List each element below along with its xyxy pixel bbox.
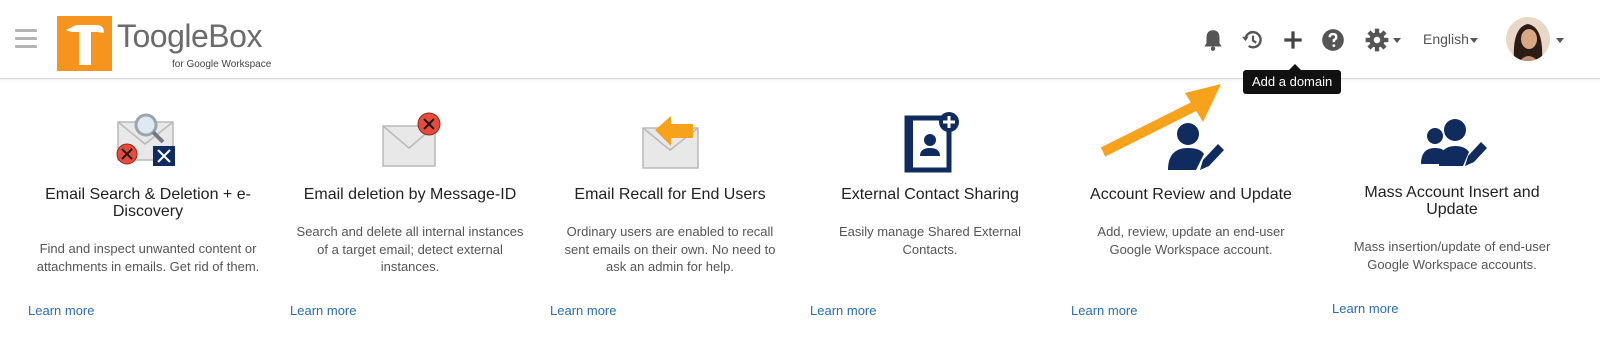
settings-chevron-down-icon[interactable] — [1393, 38, 1401, 43]
card-description: Find and inspect unwanted content or att… — [36, 241, 260, 274]
card-description: Search and delete all internal instances… — [296, 224, 524, 274]
help-icon[interactable] — [1320, 27, 1346, 53]
email-recall-icon — [642, 116, 699, 169]
card-title: Mass Account Insert and Update — [1364, 184, 1540, 218]
feature-card-email-recall: Email Recall for End Users Ordinary user… — [550, 108, 790, 276]
account-chevron-down-icon[interactable] — [1556, 38, 1564, 43]
feature-card-email-search: Email Search & Deletion + e- Discovery Fi… — [28, 108, 268, 275]
email-delete-icon — [382, 112, 441, 167]
language-select[interactable]: English — [1423, 31, 1469, 47]
avatar[interactable] — [1506, 17, 1550, 61]
add-domain-plus-icon[interactable] — [1280, 27, 1306, 53]
learn-more-link[interactable]: Learn more — [28, 303, 268, 318]
card-title: External Contact Sharing — [841, 186, 1019, 203]
brand-name[interactable]: ToogleBox — [117, 18, 262, 55]
card-title: Email Search & Deletion + e- Discovery — [45, 186, 251, 220]
menu-icon[interactable] — [15, 29, 37, 49]
feature-card-account-review: Account Review and Update Add, review, u… — [1071, 108, 1311, 258]
card-description: Ordinary users are enabled to recall sen… — [564, 224, 776, 274]
history-icon[interactable] — [1240, 27, 1266, 53]
brand-subtitle: for Google Workspace — [172, 59, 272, 70]
learn-more-link[interactable]: Learn more — [810, 303, 1050, 318]
bell-icon[interactable] — [1200, 27, 1226, 53]
feature-card-email-deletion: Email deletion by Message-ID Search and … — [290, 108, 530, 276]
card-title: Account Review and Update — [1090, 186, 1292, 203]
contact-book-icon — [904, 112, 959, 173]
learn-more-link[interactable]: Learn more — [290, 303, 530, 318]
feature-card-mass-account: Mass Account Insert and Update Mass inser… — [1332, 106, 1572, 273]
users-edit-icon — [1421, 119, 1487, 166]
card-title: Email deletion by Message-ID — [303, 186, 517, 203]
hammer-logo-icon[interactable] — [57, 16, 112, 71]
card-title: Email Recall for End Users — [574, 186, 766, 203]
gear-icon[interactable] — [1364, 27, 1390, 53]
language-chevron-down-icon[interactable] — [1470, 38, 1478, 43]
top-bar: ToogleBox for Google Workspace English — [0, 0, 1600, 79]
learn-more-link[interactable]: Learn more — [550, 303, 790, 318]
card-description: Mass insertion/update of end-user Google… — [1353, 239, 1551, 272]
user-edit-icon — [1168, 123, 1224, 170]
add-domain-tooltip: Add a domain — [1243, 64, 1342, 94]
email-search-icon — [116, 113, 175, 166]
feature-card-contact-sharing: External Contact Sharing Easily manage S… — [810, 108, 1050, 258]
card-description: Easily manage Shared External Contacts. — [838, 224, 1022, 257]
learn-more-link[interactable]: Learn more — [1071, 303, 1311, 318]
learn-more-link[interactable]: Learn more — [1332, 301, 1572, 316]
card-description: Add, review, update an end-user Google W… — [1097, 224, 1285, 257]
